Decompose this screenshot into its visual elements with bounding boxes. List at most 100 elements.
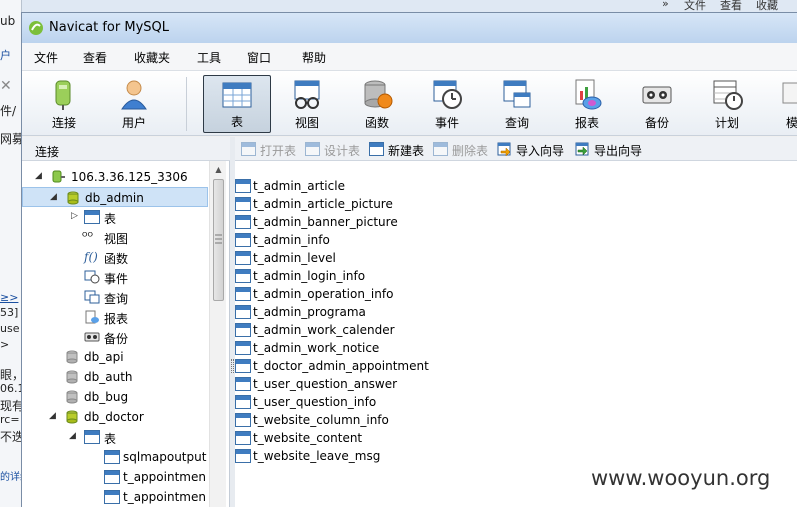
tree-database-db-bug[interactable]: db_bug [22, 387, 208, 407]
toolbar-model-button[interactable]: 模 [763, 75, 797, 133]
tree-tables[interactable]: ▷ 表 [22, 207, 208, 227]
main-toolbar: 连接 用户 表 视图 函数 事件 查询 报表 备份 计划 模 [22, 71, 797, 136]
table-icon [235, 251, 251, 265]
collapse-arrow-icon[interactable]: ◢ [35, 171, 42, 181]
toolbar-connection-button[interactable]: 连接 [30, 75, 98, 133]
button-label: 设计表 [324, 144, 361, 158]
connection-tree: ◢ 106.3.36.125_3306 ◢ db_admin ▷ 表 ᴼᴼ 视图 [22, 161, 230, 507]
table-name: t_user_question_answer [253, 377, 398, 391]
tree-backups[interactable]: 备份 [22, 327, 208, 347]
tree-queries[interactable]: 查询 [22, 287, 208, 307]
navicat-window: Navicat for MySQL 文件 查看 收藏夹 工具 窗口 帮助 连接 … [21, 12, 797, 507]
table-list: t_admin_article t_admin_article_picture … [235, 161, 797, 507]
view-glasses-icon: ᴼᴼ [82, 230, 93, 243]
table-icon [235, 305, 251, 319]
toolbar-function-button[interactable]: 函数 [343, 75, 411, 133]
toolbar-user-button[interactable]: 用户 [100, 75, 168, 133]
tree-database-db-auth[interactable]: db_auth [22, 367, 208, 387]
tree-events[interactable]: 事件 [22, 267, 208, 287]
background-link: 的详细 [0, 472, 21, 483]
toolbar-event-button[interactable]: 事件 [413, 75, 481, 133]
object-toolbar: 打开表 设计表 新建表 删除表 导入向导 导出向导 [235, 137, 797, 161]
toolbar-label: 视图 [294, 116, 319, 130]
tree-tables[interactable]: ◢ 表 [22, 427, 208, 447]
table-name: t_appointmen [123, 470, 206, 484]
background-more-icon: » [662, 0, 669, 10]
toolbar-backup-button[interactable]: 备份 [623, 75, 691, 133]
delete-table-icon [433, 142, 448, 156]
menu-file[interactable]: 文件 [34, 49, 58, 66]
scrollbar-thumb[interactable] [213, 179, 224, 301]
table-icon [104, 490, 120, 504]
background-text: > [0, 338, 10, 351]
tree-database-db-doctor[interactable]: ◢ db_doctor [22, 407, 208, 427]
query-icon [84, 290, 100, 304]
tree-table-item[interactable]: t_appointmen [22, 467, 208, 487]
menu-help[interactable]: 帮助 [302, 49, 326, 66]
tree-table-item[interactable]: sqlmapoutput [22, 447, 208, 467]
tree-label: 表 [104, 432, 117, 446]
table-icon [235, 341, 251, 355]
menu-view[interactable]: 查看 [83, 49, 107, 66]
table-group-icon [84, 210, 100, 224]
database-icon [66, 390, 78, 404]
menu-window[interactable]: 窗口 [247, 49, 271, 66]
new-table-icon [369, 142, 384, 156]
tree-table-item[interactable]: t_appointmen [22, 487, 208, 507]
database-name: db_bug [84, 390, 129, 404]
toolbar-table-button[interactable]: 表 [203, 75, 271, 133]
tree-scrollbar[interactable]: ▲ [209, 161, 226, 507]
tree-views[interactable]: ᴼᴼ 视图 [22, 227, 208, 247]
tree-connection[interactable]: ◢ 106.3.36.125_3306 [22, 167, 208, 187]
function-fx-icon: f() [84, 250, 98, 264]
scroll-up-arrow-icon[interactable]: ▲ [210, 161, 227, 178]
collapse-arrow-icon[interactable]: ◢ [69, 431, 76, 441]
menu-favorites[interactable]: 收藏夹 [134, 49, 170, 66]
background-text: 不迭 [0, 430, 22, 444]
table-name: t_website_column_info [253, 413, 389, 427]
tree-label: 报表 [104, 312, 129, 326]
button-label: 导出向导 [594, 144, 643, 158]
collapse-arrow-icon[interactable]: ◢ [49, 411, 56, 421]
toolbar-query-button[interactable]: 查询 [483, 75, 551, 133]
table-icon [104, 450, 120, 464]
table-name: sqlmapoutput [123, 450, 207, 464]
tree-functions[interactable]: f() 函数 [22, 247, 208, 267]
import-wizard-icon [497, 142, 511, 156]
query-icon [503, 80, 531, 108]
expand-arrow-icon[interactable]: ▷ [71, 211, 78, 221]
design-table-icon [305, 142, 320, 156]
export-wizard-icon [575, 142, 589, 156]
model-icon [782, 82, 797, 104]
table-icon [235, 431, 251, 445]
database-icon [66, 370, 78, 384]
table-name: t_admin_level [253, 251, 336, 265]
backup-tape-icon [84, 332, 100, 342]
toolbar-separator [186, 77, 187, 131]
watermark-text: www.wooyun.org [591, 466, 771, 490]
tree-reports[interactable]: 报表 [22, 307, 208, 327]
button-label: 删除表 [452, 144, 489, 158]
background-app-strip: ub 户 ✕ 件/ 网募 ≥> 53] use > 眼， 06.1 现有 rc=… [0, 0, 22, 507]
toolbar-schedule-button[interactable]: 计划 [693, 75, 761, 133]
toolbar-label: 查询 [504, 116, 529, 130]
report-icon [575, 79, 602, 110]
background-link: ≥> [0, 291, 19, 304]
watermark: www.wooyun.org [548, 458, 797, 498]
database-open-icon [66, 410, 78, 424]
table-name: t_admin_work_calender [253, 323, 395, 337]
background-text: rc= [0, 413, 20, 426]
toolbar-report-button[interactable]: 报表 [553, 75, 621, 133]
table-name: t_admin_operation_info [253, 287, 394, 301]
user-icon [121, 80, 147, 110]
window-title: Navicat for MySQL [49, 20, 169, 35]
title-bar[interactable]: Navicat for MySQL [22, 13, 797, 43]
menu-tools[interactable]: 工具 [197, 49, 221, 66]
collapse-arrow-icon[interactable]: ◢ [50, 192, 57, 202]
toolbar-view-button[interactable]: 视图 [273, 75, 341, 133]
table-icon [235, 377, 251, 391]
toolbar-label: 模 [786, 116, 797, 130]
function-icon [364, 80, 393, 109]
tree-database-db-api[interactable]: db_api [22, 347, 208, 367]
tree-database-db-admin[interactable]: ◢ db_admin [22, 187, 208, 207]
